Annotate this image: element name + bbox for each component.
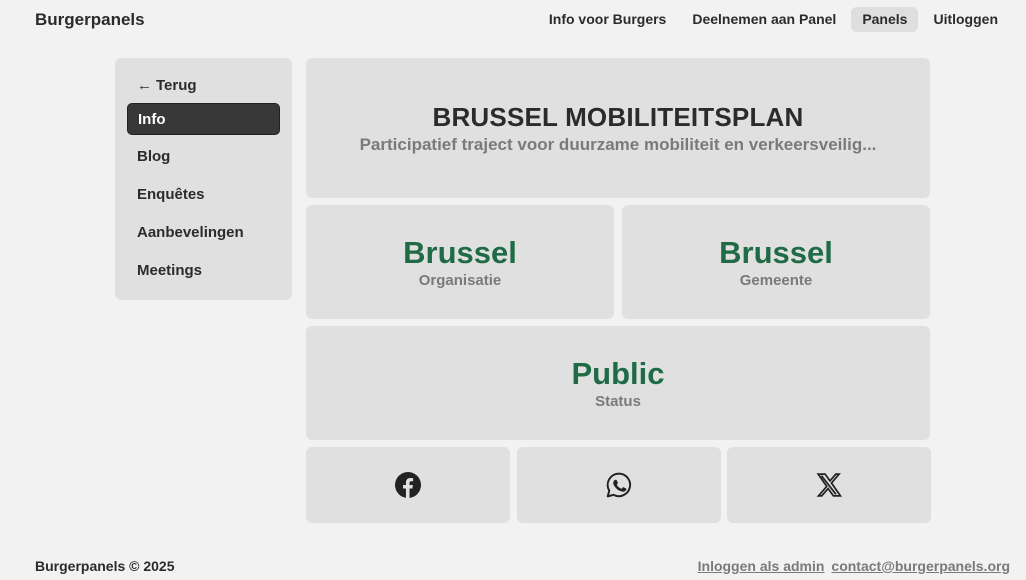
- sidebar-item-meetings[interactable]: Meetings: [127, 255, 280, 287]
- panel-header-card: BRUSSEL MOBILITEITSPLAN Participatief tr…: [306, 58, 930, 198]
- municipality-value: Brussel: [719, 234, 833, 270]
- share-x-button[interactable]: [727, 447, 931, 523]
- sidebar-item-aanbevelingen[interactable]: Aanbevelingen: [127, 217, 280, 249]
- nav-uitloggen[interactable]: Uitloggen: [922, 7, 1009, 32]
- brand-logo-text[interactable]: Burgerpanels: [35, 10, 145, 30]
- back-label: Terug: [156, 77, 197, 94]
- municipality-card: Brussel Gemeente: [622, 205, 930, 319]
- status-value: Public: [571, 355, 665, 391]
- arrow-left-icon: ←: [137, 77, 152, 94]
- sidebar-item-blog[interactable]: Blog: [127, 141, 280, 173]
- x-icon: [816, 473, 842, 497]
- organisation-label: Organisatie: [418, 271, 502, 289]
- contact-email-link[interactable]: contact@burgerpanels.org: [831, 558, 1010, 574]
- share-whatsapp-button[interactable]: [517, 447, 721, 523]
- share-facebook-button[interactable]: [306, 447, 510, 523]
- page-subtitle: Participatief traject voor duurzame mobi…: [359, 134, 877, 154]
- status-card: Public Status: [306, 326, 930, 440]
- footer-links: Inloggen als admin contact@burgerpanels.…: [698, 558, 1010, 574]
- top-navigation: Info voor Burgers Deelnemen aan Panel Pa…: [538, 7, 1009, 32]
- nav-panels[interactable]: Panels: [851, 7, 919, 32]
- sidebar-item-enquetes[interactable]: Enquêtes: [127, 179, 280, 211]
- nav-deelnemen-aan-panel[interactable]: Deelnemen aan Panel: [681, 7, 847, 32]
- organisation-card: Brussel Organisatie: [306, 205, 614, 319]
- sidebar-item-info[interactable]: Info: [127, 103, 280, 135]
- admin-login-link[interactable]: Inloggen als admin: [698, 558, 825, 574]
- footer-copyright: Burgerpanels © 2025: [35, 558, 175, 574]
- whatsapp-icon: [606, 472, 632, 498]
- organisation-value: Brussel: [403, 234, 517, 270]
- back-button[interactable]: ← Terug: [127, 71, 280, 97]
- sidebar: ← Terug Info Blog Enquêtes Aanbevelingen…: [115, 58, 292, 300]
- status-label: Status: [595, 392, 641, 410]
- nav-info-voor-burgers[interactable]: Info voor Burgers: [538, 7, 677, 32]
- municipality-label: Gemeente: [739, 271, 813, 289]
- facebook-icon: [395, 472, 421, 498]
- page-title: BRUSSEL MOBILITEITSPLAN: [432, 101, 804, 132]
